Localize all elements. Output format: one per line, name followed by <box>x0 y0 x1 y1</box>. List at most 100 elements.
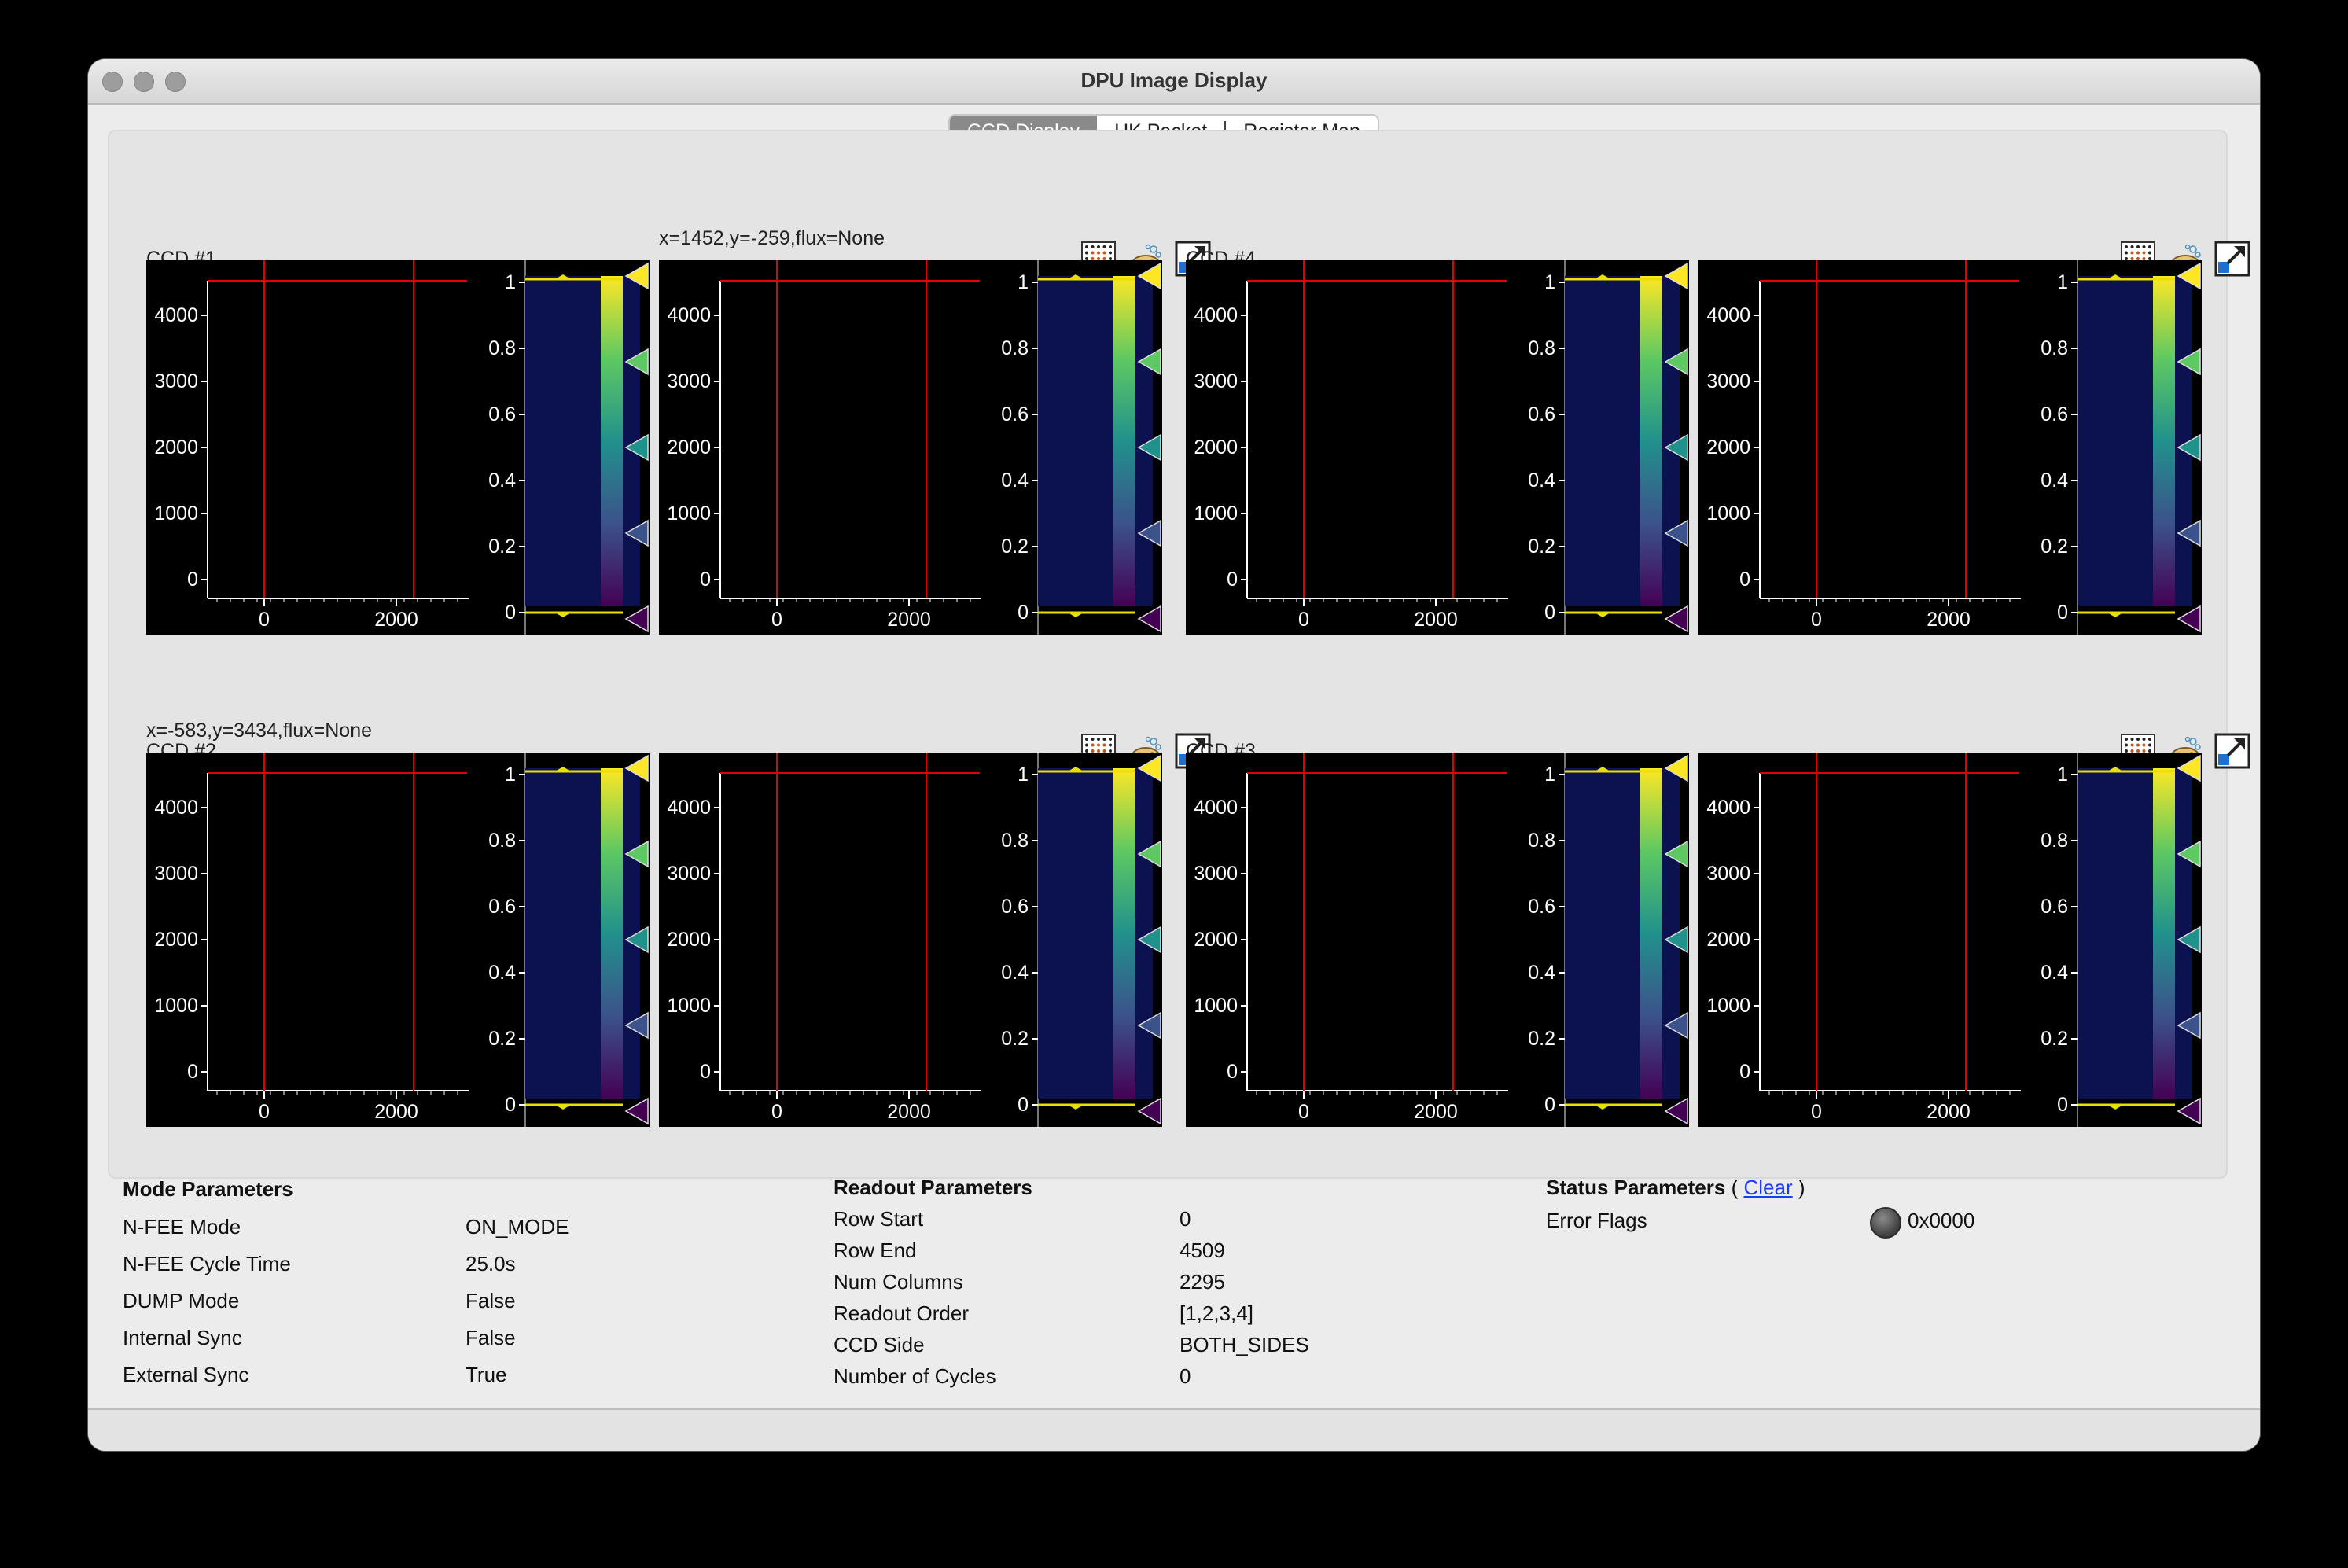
y-tick-label: 1000 <box>667 995 711 1017</box>
colorbar-tick-label: 0.8 <box>488 337 516 359</box>
colorbar-tick-label: 0.4 <box>2041 962 2068 984</box>
ccd-2-right-plot[interactable]: 4000 3000 2000 1000 0 0 2000 1 0.8 0.6 0.4 0.2 0 <box>659 753 1162 1127</box>
error-flags-led-icon <box>1870 1207 1901 1239</box>
image-plot-svg: 4000 3000 2000 1000 0 0 2000 1 0.8 0.6 0.4 0.2 0 <box>1194 260 1688 635</box>
colorbar-tick-label: 0 <box>1018 602 1029 624</box>
y-tick-label: 4000 <box>667 304 711 326</box>
colormap-handle-icon[interactable] <box>624 1097 649 1125</box>
image-plot-svg: 4000 3000 2000 1000 0 0 2000 1 0.8 0.6 0.4 0.2 0 <box>154 260 649 635</box>
ccd-1-left-plot[interactable]: 4000 3000 2000 1000 0 0 2000 1 0.8 0.6 0.4 0.2 0 <box>146 260 650 635</box>
colormap-handle-icon[interactable] <box>1664 1097 1688 1125</box>
error-flags-label: Error Flags <box>1546 1209 1647 1232</box>
colormap-handle-icon[interactable] <box>1137 1097 1161 1125</box>
close-paren: ) <box>1798 1176 1805 1199</box>
mode_parameters-label: N-FEE Mode <box>123 1215 241 1239</box>
y-tick-label: 1000 <box>1706 995 1750 1017</box>
colormap-handle-icon[interactable] <box>1137 605 1161 633</box>
ccd-4-left-plot[interactable]: 4000 3000 2000 1000 0 0 2000 1 0.8 0.6 0.4 0.2 0 <box>1186 260 1689 635</box>
colorbar-background <box>525 768 640 1099</box>
readout_parameters-label: Row Start <box>834 1207 924 1231</box>
mode_parameters-label: Internal Sync <box>123 1326 242 1349</box>
y-tick-label: 0 <box>1227 569 1238 591</box>
mode_parameters-label: External Sync <box>123 1363 249 1386</box>
ccd-3-right-plot[interactable]: 4000 3000 2000 1000 0 0 2000 1 0.8 0.6 0.4 0.2 0 <box>1698 753 2202 1127</box>
colormap-handle-icon[interactable] <box>2177 605 2201 633</box>
colorbar-tick-label: 0.2 <box>488 1028 516 1050</box>
colorbar-gradient <box>1640 768 1662 1099</box>
y-tick-label: 1000 <box>667 502 711 525</box>
main-window: DPU Image Display CCD Display HK Packet … <box>88 59 2260 1451</box>
x-tick-label: 0 <box>1811 1101 1822 1123</box>
colorbar-tick-label: 0.6 <box>1528 403 1555 425</box>
colormap-handle-icon[interactable] <box>1664 605 1688 633</box>
window-title: DPU Image Display <box>1080 68 1268 92</box>
colorbar-tick-label: 0.8 <box>488 830 516 852</box>
colorbar-background <box>2078 768 2192 1099</box>
readout-parameters-title: Readout Parameters <box>834 1176 1032 1199</box>
status-parameters-label: Status Parameters <box>1546 1176 1726 1199</box>
y-tick-label: 3000 <box>667 863 711 885</box>
colorbar-tick-label: 0.2 <box>1001 1028 1029 1050</box>
level-handle-bottom <box>1068 1105 1084 1110</box>
colorbar-tick-label: 0.8 <box>1528 830 1555 852</box>
readout_parameters-value: [1,2,3,4] <box>1180 1301 1253 1325</box>
x-tick-label: 2000 <box>1927 609 1971 631</box>
ccd-4-expand-icon[interactable] <box>2214 240 2251 278</box>
colorbar-background <box>525 276 640 606</box>
y-tick-label: 0 <box>187 1061 198 1083</box>
colorbar-gradient <box>601 276 623 606</box>
title-bar: DPU Image Display <box>88 59 2260 105</box>
colorbar-tick-label: 0.6 <box>2041 403 2068 425</box>
y-tick-label: 0 <box>1227 1061 1238 1083</box>
readout_parameters-label: Readout Order <box>834 1301 969 1325</box>
readout_parameters-value: 0 <box>1180 1207 1191 1231</box>
y-tick-label: 4000 <box>1706 797 1750 819</box>
clear-link[interactable]: Clear <box>1743 1176 1792 1199</box>
colorbar-tick-label: 1 <box>505 764 516 786</box>
mode_parameters-value: ON_MODE <box>466 1215 569 1239</box>
ccd-3-left-plot[interactable]: 4000 3000 2000 1000 0 0 2000 1 0.8 0.6 0.4 0.2 0 <box>1186 753 1689 1127</box>
colorbar-tick-label: 0.6 <box>1001 896 1029 918</box>
level-handle-bottom <box>1595 613 1610 617</box>
colormap-handle-icon[interactable] <box>624 605 649 633</box>
colorbar-background <box>2078 276 2192 606</box>
image-plot-svg: 4000 3000 2000 1000 0 0 2000 1 0.8 0.6 0.4 0.2 0 <box>1706 753 2201 1127</box>
status-bar <box>88 1408 2260 1451</box>
y-tick-label: 4000 <box>154 797 198 819</box>
level-handle-bottom <box>555 613 571 617</box>
y-tick-label: 3000 <box>154 863 198 885</box>
y-tick-label: 3000 <box>1706 370 1750 392</box>
colorbar-tick-label: 0.4 <box>2041 469 2068 491</box>
colorbar-gradient <box>1640 276 1662 606</box>
colormap-handle-icon[interactable] <box>2177 1097 2201 1125</box>
ccd-3-expand-icon[interactable] <box>2214 732 2251 770</box>
y-tick-label: 3000 <box>1194 370 1238 392</box>
ccd-2-left-plot[interactable]: 4000 3000 2000 1000 0 0 2000 1 0.8 0.6 0.4 0.2 0 <box>146 753 650 1127</box>
colorbar-tick-label: 0.4 <box>1001 962 1029 984</box>
readout_parameters-label: Row End <box>834 1239 917 1262</box>
colorbar-tick-label: 0.4 <box>1001 469 1029 491</box>
ccd-4-right-plot[interactable]: 4000 3000 2000 1000 0 0 2000 1 0.8 0.6 0.4 0.2 0 <box>1698 260 2202 635</box>
colorbar-tick-label: 0.6 <box>488 896 516 918</box>
y-tick-label: 2000 <box>1706 929 1750 951</box>
readout_parameters-label: Number of Cycles <box>834 1364 996 1388</box>
y-tick-label: 2000 <box>1706 436 1750 458</box>
x-tick-label: 0 <box>259 1101 270 1123</box>
colorbar-tick-label: 0.6 <box>488 403 516 425</box>
colorbar-tick-label: 1 <box>1544 764 1555 786</box>
readout_parameters-label: CCD Side <box>834 1333 925 1356</box>
image-plot-svg: 4000 3000 2000 1000 0 0 2000 1 0.8 0.6 0.4 0.2 0 <box>667 753 1161 1127</box>
colorbar-background <box>1038 276 1153 606</box>
y-tick-label: 4000 <box>667 797 711 819</box>
y-tick-label: 2000 <box>667 436 711 458</box>
colorbar-tick-label: 1 <box>1018 764 1029 786</box>
colorbar-tick-label: 1 <box>2057 271 2068 293</box>
level-handle-bottom <box>2107 613 2123 617</box>
colorbar-tick-label: 0.6 <box>1528 896 1555 918</box>
image-plot-svg: 4000 3000 2000 1000 0 0 2000 1 0.8 0.6 0.4 0.2 0 <box>1706 260 2201 635</box>
y-tick-label: 4000 <box>1194 797 1238 819</box>
mode_parameters-value: False <box>466 1289 516 1312</box>
image-plot-svg: 4000 3000 2000 1000 0 0 2000 1 0.8 0.6 0.4 0.2 0 <box>667 260 1161 635</box>
ccd-1-right-plot[interactable]: 4000 3000 2000 1000 0 0 2000 1 0.8 0.6 0.4 0.2 0 <box>659 260 1162 635</box>
y-tick-label: 3000 <box>154 370 198 392</box>
